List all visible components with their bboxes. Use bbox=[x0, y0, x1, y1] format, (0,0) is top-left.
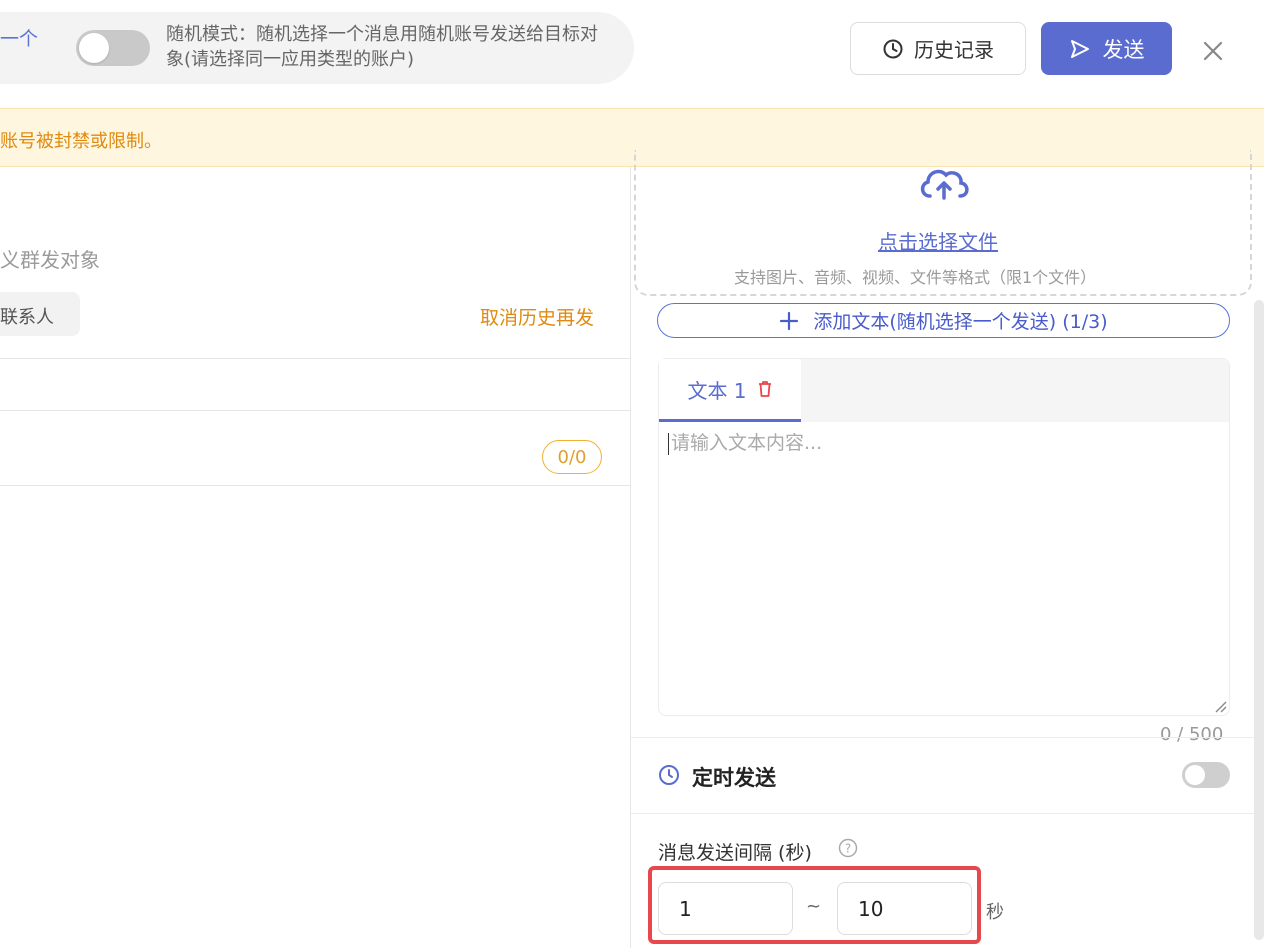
divider bbox=[631, 813, 1264, 814]
upload-hint: 支持图片、音频、视频、文件等格式（限1个文件） bbox=[734, 268, 1097, 287]
text-caret bbox=[668, 432, 669, 455]
clipped-link[interactable]: 一个 bbox=[0, 24, 38, 51]
contact-chip-label: 联系人 bbox=[0, 307, 54, 328]
interval-unit: 秒 bbox=[986, 902, 1004, 923]
cancel-resend-link[interactable]: 取消历史再发 bbox=[480, 303, 594, 330]
target-label: 义群发对象 bbox=[0, 248, 100, 272]
interval-max-input[interactable]: 10 bbox=[837, 882, 972, 935]
send-label: 发送 bbox=[1102, 37, 1145, 62]
send-icon bbox=[1070, 39, 1089, 58]
history-label: 历史记录 bbox=[914, 38, 994, 62]
plus-icon bbox=[780, 311, 799, 330]
add-text-button[interactable]: 添加文本(随机选择一个发送) (1/3) bbox=[657, 303, 1230, 338]
close-icon bbox=[1203, 41, 1223, 61]
scrollbar[interactable] bbox=[1254, 300, 1264, 940]
interval-label: 消息发送间隔 (秒) bbox=[658, 842, 812, 864]
resize-handle-icon[interactable] bbox=[1214, 700, 1228, 714]
tab-text-1[interactable]: 文本 1 bbox=[659, 359, 801, 422]
divider bbox=[0, 358, 630, 359]
history-button[interactable]: 历史记录 bbox=[850, 22, 1026, 75]
contact-chip[interactable]: 联系人 bbox=[0, 292, 80, 336]
select-file-link[interactable]: 点击选择文件 bbox=[878, 226, 998, 255]
scheduled-send-toggle[interactable] bbox=[1182, 762, 1230, 788]
random-mode-toggle[interactable] bbox=[76, 30, 150, 66]
add-text-label: 添加文本(随机选择一个发送) (1/3) bbox=[813, 311, 1108, 333]
svg-text:?: ? bbox=[845, 842, 851, 856]
divider bbox=[631, 737, 1264, 738]
divider bbox=[0, 410, 630, 411]
interval-separator: ~ bbox=[806, 896, 822, 917]
warning-text: 账号被封禁或限制。 bbox=[0, 131, 162, 152]
count-badge: 0/0 bbox=[542, 440, 602, 474]
close-button[interactable] bbox=[1196, 34, 1230, 68]
cloud-upload-icon bbox=[920, 169, 969, 200]
history-icon bbox=[883, 39, 903, 58]
panel-divider bbox=[630, 167, 631, 948]
scheduled-send-label: 定时发送 bbox=[692, 766, 776, 790]
interval-min-input[interactable]: 1 bbox=[658, 882, 793, 935]
divider bbox=[0, 485, 630, 486]
clock-icon bbox=[659, 765, 679, 785]
random-mode-description: 随机模式：随机选择一个消息用随机账号发送给目标对象(请选择同一应用类型的账户) bbox=[166, 24, 598, 70]
char-counter: 0 / 500 bbox=[1160, 724, 1224, 745]
trash-icon[interactable] bbox=[757, 380, 773, 398]
text-content-input[interactable]: 请输入文本内容... bbox=[668, 428, 1218, 698]
help-icon[interactable]: ? bbox=[838, 838, 858, 858]
tab-label: 文本 1 bbox=[687, 378, 747, 403]
send-button[interactable]: 发送 bbox=[1041, 22, 1172, 75]
textarea-placeholder: 请输入文本内容... bbox=[671, 432, 823, 454]
